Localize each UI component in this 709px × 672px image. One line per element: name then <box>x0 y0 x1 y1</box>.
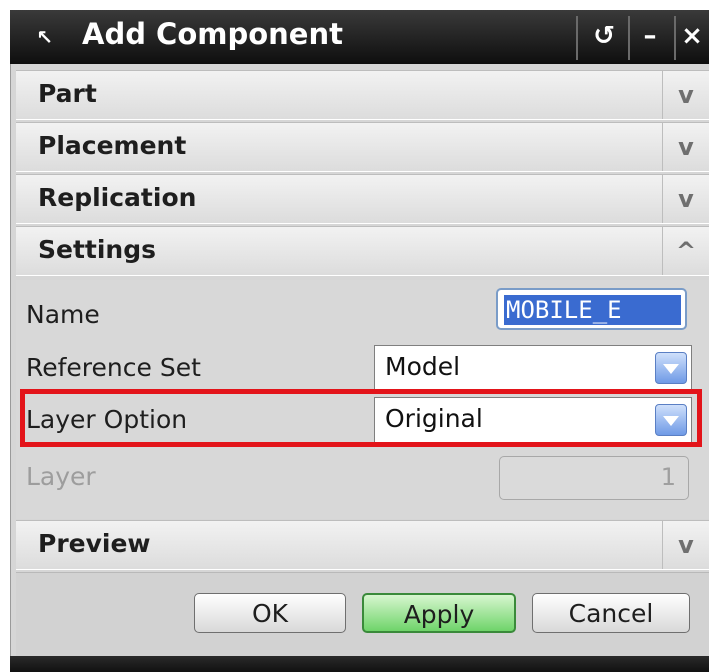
title-separator <box>628 16 630 60</box>
arrow-icon[interactable]: ↑ <box>30 22 60 52</box>
reference-set-select[interactable]: Model <box>374 345 692 391</box>
title-bar[interactable]: ↑ Add Component ↺ – × <box>10 10 709 65</box>
reset-icon[interactable]: ↺ <box>586 18 622 56</box>
apply-button[interactable]: Apply <box>362 593 516 633</box>
group-replication[interactable]: Replication v <box>16 174 709 224</box>
group-part[interactable]: Part v <box>16 70 709 120</box>
minimize-icon[interactable]: – <box>632 18 668 56</box>
reference-set-value: Model <box>385 352 461 381</box>
highlight-box <box>20 389 702 447</box>
layer-input[interactable]: 1 <box>499 456 689 500</box>
chevron-down-icon[interactable]: v <box>662 123 709 171</box>
group-label: Part <box>38 79 97 108</box>
name-label: Name <box>26 300 100 329</box>
chevron-down-icon[interactable]: v <box>662 521 709 569</box>
chevron-down-icon[interactable]: v <box>662 175 709 223</box>
close-icon[interactable]: × <box>675 18 709 56</box>
group-label: Replication <box>38 183 197 212</box>
group-label: Placement <box>38 131 187 160</box>
chevron-up-icon[interactable]: ^ <box>662 227 709 275</box>
ok-button[interactable]: OK <box>194 593 346 633</box>
chevron-down-icon[interactable]: v <box>662 71 709 119</box>
dialog-title: Add Component <box>82 17 343 51</box>
name-value: MOBILE_E <box>504 295 681 325</box>
layer-value: 1 <box>660 463 676 491</box>
layer-label: Layer <box>26 462 96 491</box>
group-placement[interactable]: Placement v <box>16 122 709 172</box>
group-preview[interactable]: Preview v <box>16 520 709 570</box>
cancel-button[interactable]: Cancel <box>532 593 690 633</box>
dropdown-arrow-icon[interactable] <box>655 352 687 384</box>
bottom-bar <box>10 656 709 672</box>
group-label: Settings <box>38 235 157 264</box>
group-label: Preview <box>38 529 151 558</box>
title-separator <box>576 16 578 60</box>
group-settings[interactable]: Settings ^ <box>16 226 709 276</box>
reference-set-label: Reference Set <box>26 353 201 382</box>
name-input[interactable]: MOBILE_E <box>496 288 687 330</box>
